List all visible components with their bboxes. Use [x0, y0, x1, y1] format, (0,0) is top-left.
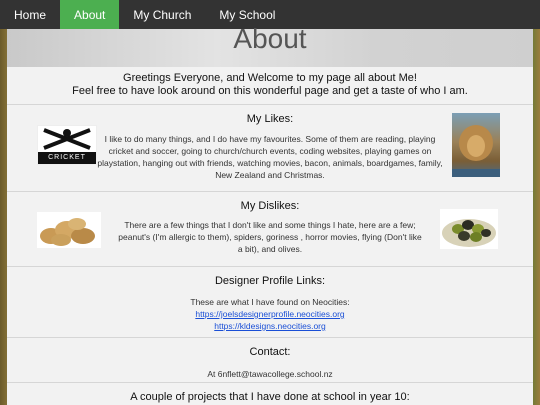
- designer-link-1[interactable]: https://joelsdesignerprofile.neocities.o…: [7, 308, 533, 320]
- welcome-line-2: Feel free to have look around on this wo…: [72, 85, 468, 97]
- dislikes-section: My Dislikes: There are a few things that: [7, 192, 533, 267]
- designer-link-2[interactable]: https://kldesigns.neocities.org: [7, 320, 533, 332]
- links-title: Designer Profile Links:: [214, 275, 326, 287]
- main-content: About Greetings Everyone, and Welcome to…: [7, 23, 533, 405]
- cricket-caption: CRICKET: [38, 152, 96, 164]
- cricket-bats-icon: [43, 128, 91, 150]
- welcome-section: Greetings Everyone, and Welcome to my pa…: [7, 67, 533, 105]
- olives-image: [440, 209, 498, 249]
- potatoes-icon: [40, 218, 95, 246]
- hero-banner: About: [7, 23, 533, 67]
- lion-book-cover-image: [452, 113, 500, 177]
- potatoes-image: [37, 212, 101, 248]
- contact-title: Contact:: [249, 346, 291, 358]
- contact-section: Contact: At 6nflett@tawacollege.school.n…: [7, 338, 533, 383]
- contact-email: At 6nflett@tawacollege.school.nz: [207, 369, 333, 379]
- links-section: Designer Profile Links: These are what I…: [7, 267, 533, 338]
- welcome-line-1: Greetings Everyone, and Welcome to my pa…: [123, 72, 417, 84]
- links-intro: These are what I have found on Neocities…: [190, 297, 350, 307]
- links-body: These are what I have found on Neocities…: [7, 287, 533, 339]
- page-title: About: [233, 23, 307, 54]
- cricket-logo-image: CRICKET: [37, 125, 97, 165]
- lion-icon: [452, 125, 500, 177]
- likes-section: My Likes: CRICKET I like to do many thin…: [7, 105, 533, 192]
- olives-icon: [442, 219, 496, 247]
